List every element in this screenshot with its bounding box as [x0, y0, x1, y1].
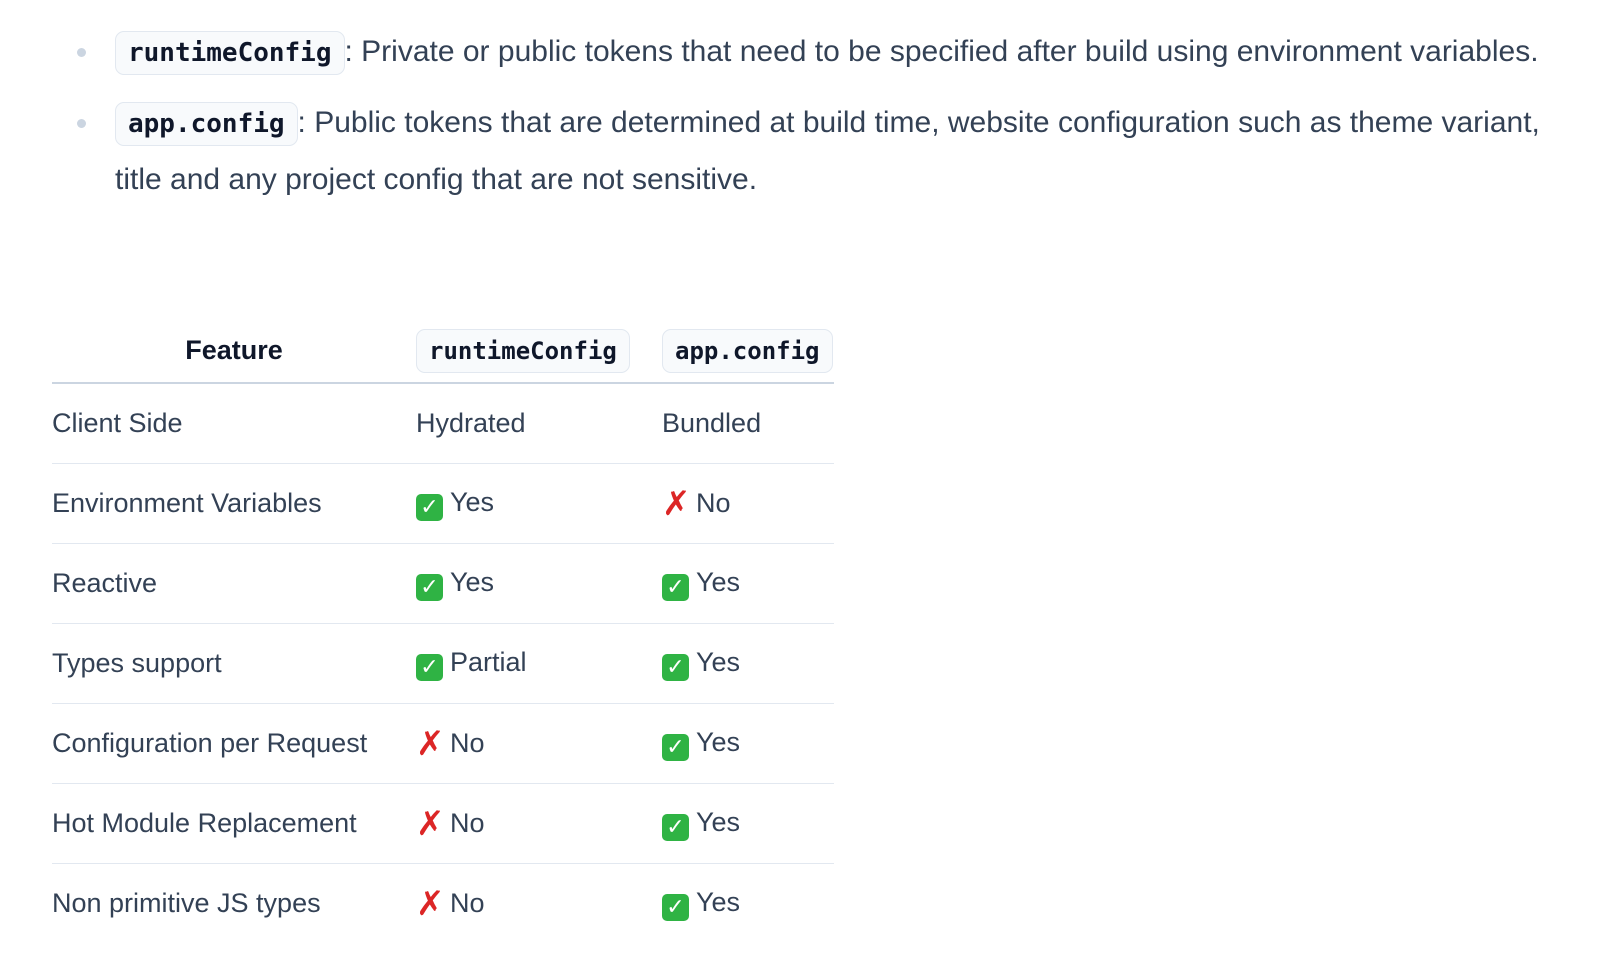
- cell-value: No: [450, 808, 485, 838]
- app-config-cell: ✓ Yes: [662, 623, 834, 704]
- cell-value: Partial: [450, 646, 527, 677]
- cell-value: Yes: [450, 566, 495, 597]
- runtime-config-cell: ✗ No: [416, 703, 662, 784]
- table-row: Client Side Hydrated Bundled: [52, 383, 834, 464]
- app-config-cell: ✗ No: [662, 463, 834, 544]
- cell-value: Yes: [696, 646, 741, 677]
- table-row: Reactive ✓ Yes ✓ Yes: [52, 543, 834, 624]
- feature-cell: Environment Variables: [52, 463, 416, 544]
- runtime-config-cell: ✓ Yes: [416, 463, 662, 544]
- table-body: Client Side Hydrated Bundled Environment Va…: [52, 383, 834, 943]
- feature-cell: Types support: [52, 623, 416, 704]
- inline-code-app-config: app.config: [115, 102, 298, 146]
- app-config-cell: ✓ Yes: [662, 783, 834, 864]
- header-feature: Feature: [52, 318, 416, 384]
- bullet-description: : Public tokens that are determined at b…: [115, 106, 1540, 196]
- app-config-cell: ✓ Yes: [662, 864, 834, 944]
- table-header: Feature runtimeConfig app.config: [52, 318, 834, 384]
- config-bullet-list: runtimeConfig: Private or public tokens …: [0, 24, 1560, 222]
- bullet-dot-icon: [77, 119, 86, 128]
- cross-mark-icon: ✗: [416, 884, 445, 924]
- cross-mark-icon: ✗: [416, 804, 445, 844]
- bullet-dot-icon: [77, 48, 86, 57]
- check-mark-icon: ✓: [416, 573, 443, 601]
- feature-cell: Hot Module Replacement: [52, 783, 416, 864]
- cross-mark-icon: ✗: [662, 484, 691, 524]
- cell-value: Yes: [696, 806, 741, 837]
- cell-value: Yes: [450, 486, 495, 517]
- check-mark-icon: ✓: [416, 653, 443, 681]
- document-body: runtimeConfig: Private or public tokens …: [0, 0, 1602, 978]
- app-config-cell: ✓ Yes: [662, 703, 834, 784]
- cell-value: Hydrated: [416, 408, 526, 438]
- cell-value: Bundled: [662, 408, 762, 438]
- cell-value: No: [696, 488, 731, 518]
- runtime-config-cell: ✓ Yes: [416, 543, 662, 624]
- runtime-config-cell: ✓ Partial: [416, 623, 662, 704]
- table-row: Types support ✓ Partial ✓ Yes: [52, 623, 834, 704]
- feature-cell: Reactive: [52, 543, 416, 624]
- header-app-config: app.config: [662, 318, 834, 384]
- check-mark-icon: ✓: [662, 653, 689, 681]
- app-config-cell: ✓ Yes: [662, 543, 834, 624]
- check-mark-icon: ✓: [662, 573, 689, 601]
- header-row: Feature runtimeConfig app.config: [52, 318, 834, 384]
- runtime-config-cell: ✗ No: [416, 864, 662, 944]
- header-code-runtime-config: runtimeConfig: [416, 328, 630, 373]
- header-code-app-config: app.config: [662, 328, 833, 373]
- feature-cell: Client Side: [52, 383, 416, 464]
- check-mark-icon: ✓: [416, 493, 443, 521]
- cell-value: Yes: [696, 726, 741, 757]
- runtime-config-cell: ✗ No: [416, 783, 662, 864]
- feature-cell: Configuration per Request: [52, 703, 416, 784]
- cross-mark-icon: ✗: [416, 724, 445, 764]
- cell-value: No: [450, 728, 485, 758]
- cell-value: Yes: [696, 566, 741, 597]
- bullet-runtime-config: runtimeConfig: Private or public tokens …: [0, 24, 1560, 81]
- runtime-config-cell: Hydrated: [416, 383, 662, 464]
- check-mark-icon: ✓: [662, 893, 689, 921]
- inline-code-runtime-config: runtimeConfig: [115, 31, 345, 75]
- feature-cell: Non primitive JS types: [52, 888, 321, 918]
- bullet-app-config: app.config: Public tokens that are deter…: [0, 95, 1560, 208]
- table-row: Configuration per Request ✗ No ✓ Yes: [52, 703, 834, 784]
- table-row: Environment Variables ✓ Yes ✗ No: [52, 463, 834, 544]
- bullet-description: : Private or public tokens that need to …: [344, 35, 1539, 68]
- cell-value: Yes: [696, 886, 741, 917]
- check-mark-icon: ✓: [662, 733, 689, 761]
- table-row: Hot Module Replacement ✗ No ✓ Yes: [52, 783, 834, 864]
- check-mark-icon: ✓: [662, 813, 689, 841]
- cell-value: No: [450, 888, 485, 918]
- app-config-cell: Bundled: [662, 383, 834, 464]
- comparison-table: Feature runtimeConfig app.config Client …: [52, 318, 834, 943]
- header-runtime-config: runtimeConfig: [416, 318, 662, 384]
- table-row: Non primitive JS types ✗ No ✓ Yes: [52, 864, 834, 944]
